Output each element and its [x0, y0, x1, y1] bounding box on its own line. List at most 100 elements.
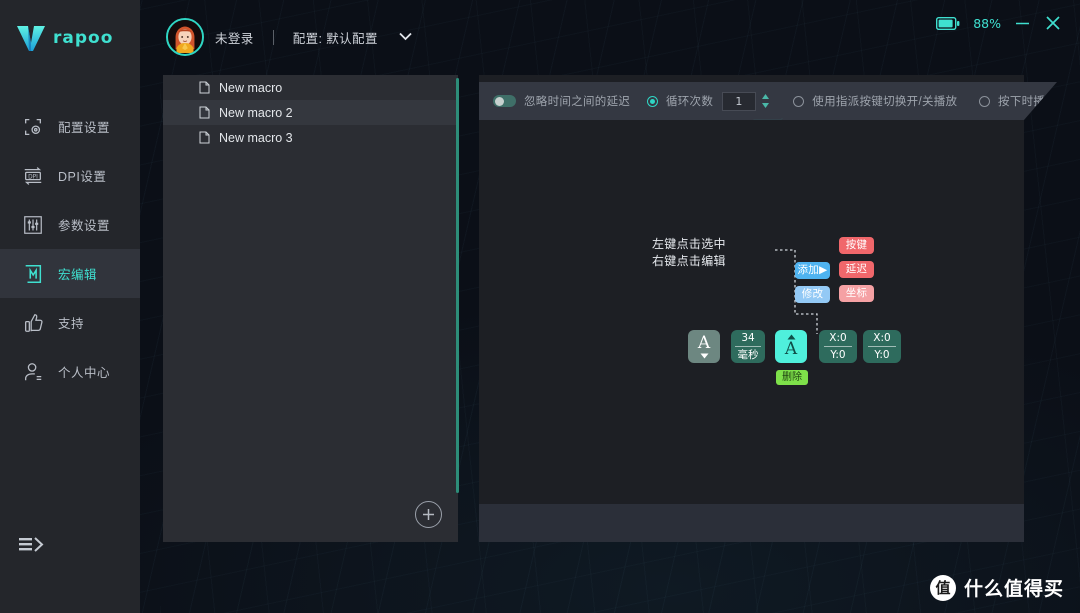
delete-block-button[interactable]: 删除	[776, 370, 808, 385]
user-avatar	[168, 20, 202, 53]
legend-key[interactable]: 按键	[839, 237, 874, 254]
sidebar-label: 个人中心	[58, 366, 111, 380]
sidebar-label: 参数设置	[58, 219, 111, 233]
file-icon	[199, 106, 210, 119]
hold-play-radio[interactable]	[979, 96, 990, 107]
delay-value: 34	[741, 332, 755, 344]
brand-name: rapoo	[53, 28, 114, 48]
macro-list-scrollbar[interactable]	[456, 78, 459, 538]
canvas-hint-line-1: 左键点击选中	[652, 237, 726, 251]
canvas-hint-line-2: 右键点击编辑	[652, 254, 726, 268]
header-bar: 未登录 配置: 默认配置 88%	[140, 0, 1080, 75]
battery-icon	[936, 16, 960, 30]
sequence-block-coordinate[interactable]: X:0 Y:0	[863, 330, 901, 363]
macro-name: New macro	[219, 80, 283, 95]
ignore-delay-label: 忽略时间之间的延迟	[524, 96, 631, 108]
close-button[interactable]	[1044, 14, 1062, 32]
spinner-up-down-icon	[761, 93, 770, 109]
loop-count-stepper[interactable]	[761, 93, 770, 109]
watermark-text: 什么值得买	[963, 579, 1064, 600]
sidebar-item-parameter-settings[interactable]: 参数设置	[0, 200, 140, 249]
legend-modify[interactable]: 修改	[795, 286, 830, 303]
watermark-logo: 值	[929, 574, 956, 601]
legend-coord[interactable]: 坐标	[839, 285, 874, 302]
battery-percent: 88%	[973, 15, 1001, 31]
ignore-delay-toggle[interactable]	[493, 95, 516, 107]
file-icon	[199, 81, 210, 94]
sequence-block-coordinate[interactable]: X:0 Y:0	[819, 330, 857, 363]
connector-lines	[775, 249, 818, 334]
sidebar-item-macro-editor[interactable]: 宏编辑	[0, 249, 140, 298]
macro-list-panel: New macro New macro 2 New macro 3	[163, 75, 458, 542]
header-divider	[272, 29, 274, 45]
file-icon	[199, 131, 210, 144]
sequence-block-key-up[interactable]: A	[688, 330, 720, 363]
minimize-icon	[1016, 22, 1029, 24]
coord-x: X:0	[829, 332, 847, 344]
scrollbar-thumb[interactable]	[456, 78, 459, 493]
close-icon	[1046, 16, 1060, 30]
loop-count-input[interactable]: 1	[722, 92, 756, 111]
thumbs-up-icon	[25, 313, 43, 332]
sidebar-nav: 配置设置 DPI DPI设置 参数设置 宏编辑 支持 个人中心	[0, 102, 140, 396]
loop-count-label: 循环次数	[665, 96, 714, 108]
sidebar-label: 配置设置	[58, 121, 111, 135]
avatar[interactable]	[166, 18, 204, 56]
sidebar-item-support[interactable]: 支持	[0, 298, 140, 347]
watermark: 值 什么值得买	[929, 574, 1064, 601]
sliders-icon	[24, 215, 42, 234]
coord-y: Y:0	[874, 349, 890, 361]
toggle-play-label: 使用指派按键切换开/关播放	[812, 96, 958, 108]
minimize-button[interactable]	[1014, 16, 1031, 31]
macro-name: New macro 3	[219, 130, 293, 145]
chevron-down-icon	[399, 32, 412, 41]
block-divider	[867, 346, 897, 347]
user-info: 未登录 配置: 默认配置	[166, 18, 413, 56]
login-status: 未登录	[215, 31, 254, 46]
sidebar-label: 宏编辑	[58, 268, 98, 282]
window-controls: 88%	[936, 14, 1062, 32]
macro-name: New macro 2	[219, 105, 293, 120]
sidebar-item-user-center[interactable]: 个人中心	[0, 347, 140, 396]
brand-logo: rapoo	[0, 0, 140, 52]
sequence-block-key-down[interactable]: A	[775, 330, 807, 363]
legend-delay[interactable]: 延迟	[839, 261, 874, 278]
dpi-icon: DPI	[24, 166, 42, 185]
plus-icon	[423, 509, 434, 520]
legend-add-label: 添加	[797, 264, 820, 276]
list-item[interactable]: New macro	[163, 75, 458, 100]
user-icon	[25, 362, 42, 380]
macro-icon	[25, 264, 42, 283]
macro-options-toolbar: 忽略时间之间的延迟 循环次数 1 使用指派按键切换开/关播放 按下时播放	[479, 82, 1057, 120]
sidebar-item-profile-settings[interactable]: 配置设置	[0, 102, 140, 151]
sidebar-label: 支持	[58, 317, 85, 331]
profile-selector-label[interactable]: 配置: 默认配置	[293, 28, 378, 47]
key-letter: A	[784, 339, 798, 359]
list-item[interactable]: New macro 2	[163, 100, 458, 125]
rapoo-v-logo-icon	[17, 26, 45, 51]
add-macro-button[interactable]	[415, 501, 442, 528]
block-divider	[823, 346, 853, 347]
toggle-play-radio[interactable]	[793, 96, 804, 107]
delay-unit: 毫秒	[737, 349, 759, 361]
coord-y: Y:0	[830, 349, 846, 361]
canvas-hint: 左键点击选中 右键点击编辑	[652, 236, 726, 270]
collapse-menu-button[interactable]	[18, 534, 48, 558]
block-divider	[735, 346, 761, 347]
legend-add[interactable]: 添加▶	[795, 262, 830, 279]
arrow-down-icon	[700, 353, 708, 359]
sidebar: rapoo 配置设置 DPI DPI设置 参数设置 宏编辑 支持 个人中心	[0, 0, 140, 613]
app-window: rapoo 配置设置 DPI DPI设置 参数设置 宏编辑 支持 个人中心 未登…	[0, 0, 1080, 613]
key-letter: A	[697, 333, 711, 353]
hold-play-label: 按下时播放	[998, 96, 1058, 108]
list-item[interactable]: New macro 3	[163, 125, 458, 150]
macro-sequence-canvas: 左键点击选中 右键点击编辑 添加▶ 修改 按键 延迟 坐标 A 34 毫秒 A …	[479, 120, 1024, 505]
profile-dropdown-button[interactable]	[398, 28, 413, 46]
sidebar-label: DPI设置	[58, 170, 107, 184]
sequence-block-delay[interactable]: 34 毫秒	[731, 330, 765, 363]
editor-footer-bar	[479, 504, 1024, 542]
sidebar-item-dpi-settings[interactable]: DPI DPI设置	[0, 151, 140, 200]
profile-settings-icon	[25, 118, 41, 135]
loop-count-radio[interactable]	[647, 96, 658, 107]
collapse-menu-icon	[19, 537, 44, 552]
